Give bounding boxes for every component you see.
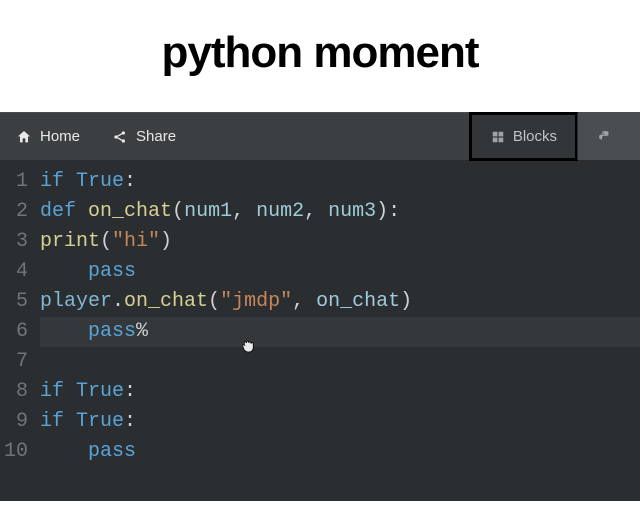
code-line[interactable]: def on_chat(num1, num2, num3): (40, 197, 640, 227)
token-str: "jmdp" (220, 290, 292, 313)
code-line[interactable]: pass (40, 257, 640, 287)
token-punc: ) (400, 290, 412, 313)
token-punc: % (136, 320, 148, 343)
token-punc (64, 380, 76, 403)
token-punc: : (124, 410, 136, 433)
code-line[interactable]: pass% (40, 317, 640, 347)
token-punc: , (292, 290, 316, 313)
token-punc (76, 200, 88, 223)
token-id: num1 (184, 200, 232, 223)
token-punc (64, 170, 76, 193)
meme-title: python moment (0, 0, 640, 112)
token-punc: : (124, 170, 136, 193)
share-button[interactable]: Share (96, 113, 192, 160)
token-kw: True (76, 410, 124, 433)
line-number: 8 (0, 377, 28, 407)
code-line[interactable]: pass (40, 437, 640, 467)
home-button[interactable]: Home (0, 113, 96, 160)
code-area[interactable]: if True:def on_chat(num1, num2, num3):pr… (34, 161, 640, 501)
home-label: Home (40, 128, 80, 145)
token-kw: if (40, 410, 64, 433)
token-punc (64, 410, 76, 433)
home-icon (16, 129, 32, 145)
line-number: 5 (0, 287, 28, 317)
token-kw: True (76, 170, 124, 193)
tab-blocks[interactable]: Blocks (470, 113, 577, 160)
line-gutter: 12345678910 (0, 161, 34, 501)
token-id: on_chat (316, 290, 400, 313)
code-line[interactable]: if True: (40, 377, 640, 407)
token-punc: ): (376, 200, 400, 223)
line-number: 3 (0, 227, 28, 257)
token-punc: ( (208, 290, 220, 313)
line-number: 10 (0, 437, 28, 467)
token-kw: def (40, 200, 76, 223)
token-punc: ( (100, 230, 112, 253)
token-punc (40, 320, 88, 343)
toolbar: Home Share Blocks (0, 113, 640, 161)
line-number: 1 (0, 167, 28, 197)
tab-python[interactable] (577, 113, 640, 160)
token-fn: on_chat (88, 200, 172, 223)
token-punc: : (124, 380, 136, 403)
line-number: 2 (0, 197, 28, 227)
token-id: num3 (328, 200, 376, 223)
token-punc: , (304, 200, 328, 223)
line-number: 6 (0, 317, 28, 347)
code-editor[interactable]: 12345678910 if True:def on_chat(num1, nu… (0, 161, 640, 501)
line-number: 4 (0, 257, 28, 287)
token-kw: if (40, 380, 64, 403)
token-kw: True (76, 380, 124, 403)
token-kw: pass (88, 320, 136, 343)
blocks-icon (491, 130, 505, 144)
token-kw: pass (88, 260, 136, 283)
token-id: num2 (256, 200, 304, 223)
code-line[interactable] (40, 347, 640, 377)
app-window: Home Share Blocks 12345678910 if True:de… (0, 112, 640, 501)
code-line[interactable]: print("hi") (40, 227, 640, 257)
token-str: "hi" (112, 230, 160, 253)
token-punc: . (112, 290, 124, 313)
token-punc (40, 260, 88, 283)
line-number: 7 (0, 347, 28, 377)
python-icon (598, 130, 612, 144)
token-fn: on_chat (124, 290, 208, 313)
line-number: 9 (0, 407, 28, 437)
token-fn: print (40, 230, 100, 253)
token-kw: if (40, 170, 64, 193)
code-line[interactable]: if True: (40, 167, 640, 197)
token-punc (40, 440, 88, 463)
token-punc: ) (160, 230, 172, 253)
token-punc: ( (172, 200, 184, 223)
tab-blocks-label: Blocks (513, 128, 557, 145)
token-obj: player (40, 290, 112, 313)
share-label: Share (136, 128, 176, 145)
code-line[interactable]: player.on_chat("jmdp", on_chat) (40, 287, 640, 317)
code-line[interactable]: if True: (40, 407, 640, 437)
token-kw: pass (88, 440, 136, 463)
share-icon (112, 129, 128, 145)
token-punc: , (232, 200, 256, 223)
